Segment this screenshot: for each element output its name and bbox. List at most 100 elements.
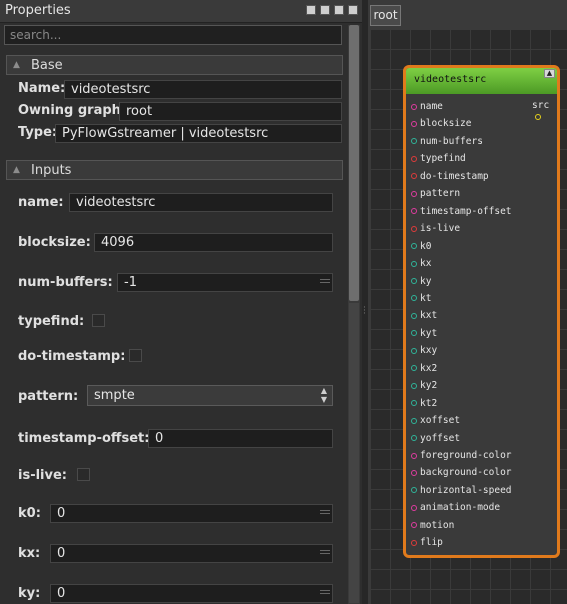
k0-spinbox[interactable]: 0 — [50, 504, 333, 523]
port-label: kx2 — [420, 362, 438, 374]
port-pin-icon[interactable] — [411, 103, 417, 110]
pattern-select[interactable]: smpte ▲ ▼ — [87, 385, 333, 406]
port-pin-icon[interactable] — [411, 539, 417, 546]
node-input-port[interactable]: motion — [411, 517, 454, 534]
node-input-port[interactable]: k0 — [411, 238, 431, 255]
num-buffers-spinbox[interactable]: -1 — [117, 273, 333, 292]
port-pin-icon[interactable] — [411, 243, 417, 250]
port-pin-icon[interactable] — [411, 522, 417, 529]
node-output-port[interactable]: src — [532, 100, 557, 122]
node-input-port[interactable]: animation-mode — [411, 499, 500, 516]
port-pin-icon[interactable] — [411, 120, 417, 127]
base-section-header[interactable]: ▲ Base — [6, 55, 343, 75]
splitter-grip-icon: · · · — [363, 303, 366, 319]
port-pin-icon[interactable] — [411, 295, 417, 302]
node-input-port[interactable]: xoffset — [411, 412, 460, 429]
spin-grip-icon[interactable] — [320, 508, 330, 519]
port-pin-icon[interactable] — [411, 452, 417, 459]
node-input-port[interactable]: kx2 — [411, 360, 437, 377]
node-input-port[interactable]: ky2 — [411, 377, 437, 394]
port-pin-icon[interactable] — [411, 278, 417, 284]
node-input-port[interactable]: horizontal-speed — [411, 482, 512, 499]
port-label: pattern — [420, 188, 461, 200]
tab-root[interactable]: root — [370, 5, 401, 26]
port-pin-icon[interactable] — [411, 400, 417, 407]
port-pin-icon[interactable] — [411, 417, 417, 424]
properties-scrollbar[interactable] — [348, 25, 360, 604]
do-timestamp-label: do-timestamp: — [18, 349, 126, 364]
port-pin-icon[interactable] — [411, 469, 417, 476]
port-label: name — [420, 101, 443, 112]
type-label: Type: — [18, 125, 58, 140]
node-header[interactable]: videotestsrc ▲ — [406, 68, 557, 94]
close-icon[interactable] — [348, 5, 358, 15]
owning-graph-label: Owning graph: — [18, 103, 127, 118]
do-timestamp-checkbox[interactable] — [129, 349, 142, 362]
port-label: kxy — [420, 345, 438, 357]
kx-label: kx: — [18, 546, 41, 561]
port-pin-icon[interactable] — [411, 155, 417, 162]
node-input-port[interactable]: do-timestamp — [411, 168, 489, 185]
ky-spinbox[interactable]: 0 — [50, 584, 333, 603]
node-input-port[interactable]: background-color — [411, 464, 512, 481]
spin-grip-icon[interactable] — [320, 548, 330, 559]
node-input-port[interactable]: typefind — [411, 150, 466, 167]
graph-node[interactable]: videotestsrc ▲ src name blocksize num-buff… — [403, 65, 560, 558]
port-pin-icon[interactable] — [411, 435, 417, 442]
port-pin-icon[interactable] — [411, 365, 417, 372]
scrollbar-track[interactable] — [349, 303, 359, 603]
node-input-port[interactable]: kxt — [411, 307, 437, 324]
port-label: flip — [420, 537, 443, 549]
port-pin-icon[interactable] — [411, 347, 417, 354]
spin-grip-icon[interactable] — [320, 277, 330, 288]
port-pin-icon[interactable] — [411, 504, 417, 511]
maximize-icon[interactable] — [334, 5, 344, 15]
undock-icon[interactable] — [306, 5, 316, 15]
base-name-field[interactable]: videotestsrc — [64, 80, 342, 99]
node-input-port[interactable]: blocksize — [411, 115, 471, 132]
node-input-port[interactable]: kxy — [411, 342, 437, 359]
port-pin-icon[interactable] — [411, 260, 417, 267]
search-input[interactable]: search... — [4, 25, 342, 45]
node-input-port[interactable]: kt2 — [411, 395, 437, 412]
inputs-section-header[interactable]: ▲ Inputs — [6, 160, 343, 180]
port-pin-icon[interactable] — [411, 330, 417, 337]
port-pin-icon[interactable] — [411, 208, 417, 215]
node-input-port[interactable]: kyt — [411, 325, 437, 342]
port-pin-icon[interactable] — [411, 190, 417, 197]
node-input-port[interactable]: yoffset — [411, 430, 460, 447]
scrollbar-thumb[interactable] — [349, 25, 359, 301]
type-field[interactable]: PyFlowGstreamer | videotestsrc — [55, 124, 342, 143]
port-pin-icon[interactable] — [535, 113, 541, 120]
lock-icon[interactable] — [320, 5, 330, 15]
port-pin-icon[interactable] — [411, 312, 417, 319]
port-pin-icon[interactable] — [411, 382, 417, 389]
port-label: background-color — [420, 467, 512, 479]
spin-grip-icon[interactable] — [320, 588, 330, 599]
node-input-port[interactable]: num-buffers — [411, 133, 483, 150]
owning-graph-field[interactable]: root — [119, 102, 342, 121]
port-label: yoffset — [420, 432, 461, 444]
node-input-port[interactable]: kx — [411, 255, 431, 272]
node-input-port[interactable]: foreground-color — [411, 447, 512, 464]
typefind-checkbox[interactable] — [92, 314, 105, 327]
port-pin-icon[interactable] — [411, 138, 417, 145]
port-label: timestamp-offset — [420, 205, 512, 217]
timestamp-offset-field[interactable]: 0 — [148, 429, 333, 448]
input-name-field[interactable]: videotestsrc — [69, 193, 333, 212]
node-input-port[interactable]: pattern — [411, 185, 460, 202]
node-input-port[interactable]: flip — [411, 534, 443, 551]
is-live-checkbox[interactable] — [77, 468, 90, 481]
collapse-icon[interactable]: ▲ — [544, 69, 555, 78]
blocksize-field[interactable]: 4096 — [94, 233, 333, 252]
node-input-port[interactable]: kt — [411, 290, 431, 307]
port-pin-icon[interactable] — [411, 487, 417, 494]
port-pin-icon[interactable] — [411, 225, 417, 232]
node-input-port[interactable]: name — [411, 98, 443, 115]
port-pin-icon[interactable] — [411, 173, 417, 180]
node-input-port[interactable]: timestamp-offset — [411, 203, 512, 220]
node-input-port[interactable]: is-live — [411, 220, 460, 237]
port-label: is-live — [420, 223, 461, 235]
node-input-port[interactable]: ky — [411, 273, 431, 290]
kx-spinbox[interactable]: 0 — [50, 544, 333, 563]
